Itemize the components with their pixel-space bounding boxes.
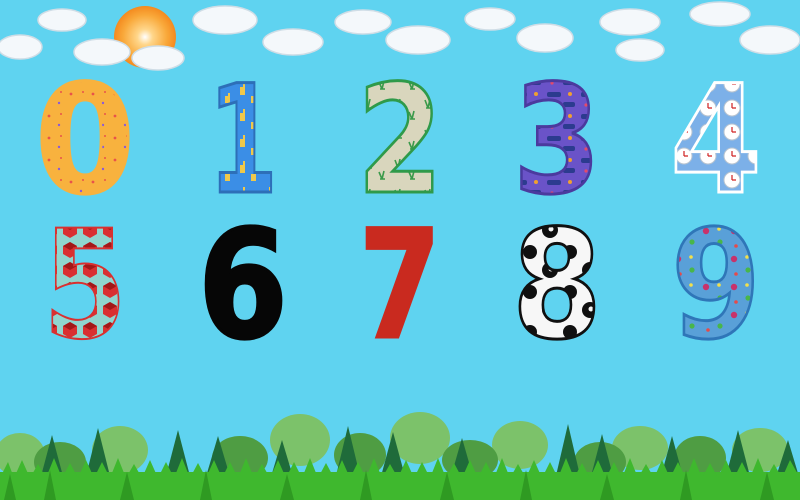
- number-6[interactable]: 6: [197, 198, 290, 375]
- number-7-glyph[interactable]: 7: [358, 198, 443, 375]
- number-6-glyph[interactable]: 6: [197, 198, 290, 375]
- number-8[interactable]: 8: [511, 198, 604, 375]
- number-5[interactable]: 5: [42, 198, 128, 374]
- number-8-glyph[interactable]: 8: [511, 198, 604, 375]
- game-scene: 0 1 2 3 4 5 6 7 8 9: [0, 0, 800, 500]
- number-5-glyph[interactable]: 5: [42, 198, 128, 374]
- number-9[interactable]: 9: [670, 198, 763, 375]
- number-9-glyph[interactable]: 9: [670, 198, 763, 375]
- number-7[interactable]: 7: [358, 198, 443, 375]
